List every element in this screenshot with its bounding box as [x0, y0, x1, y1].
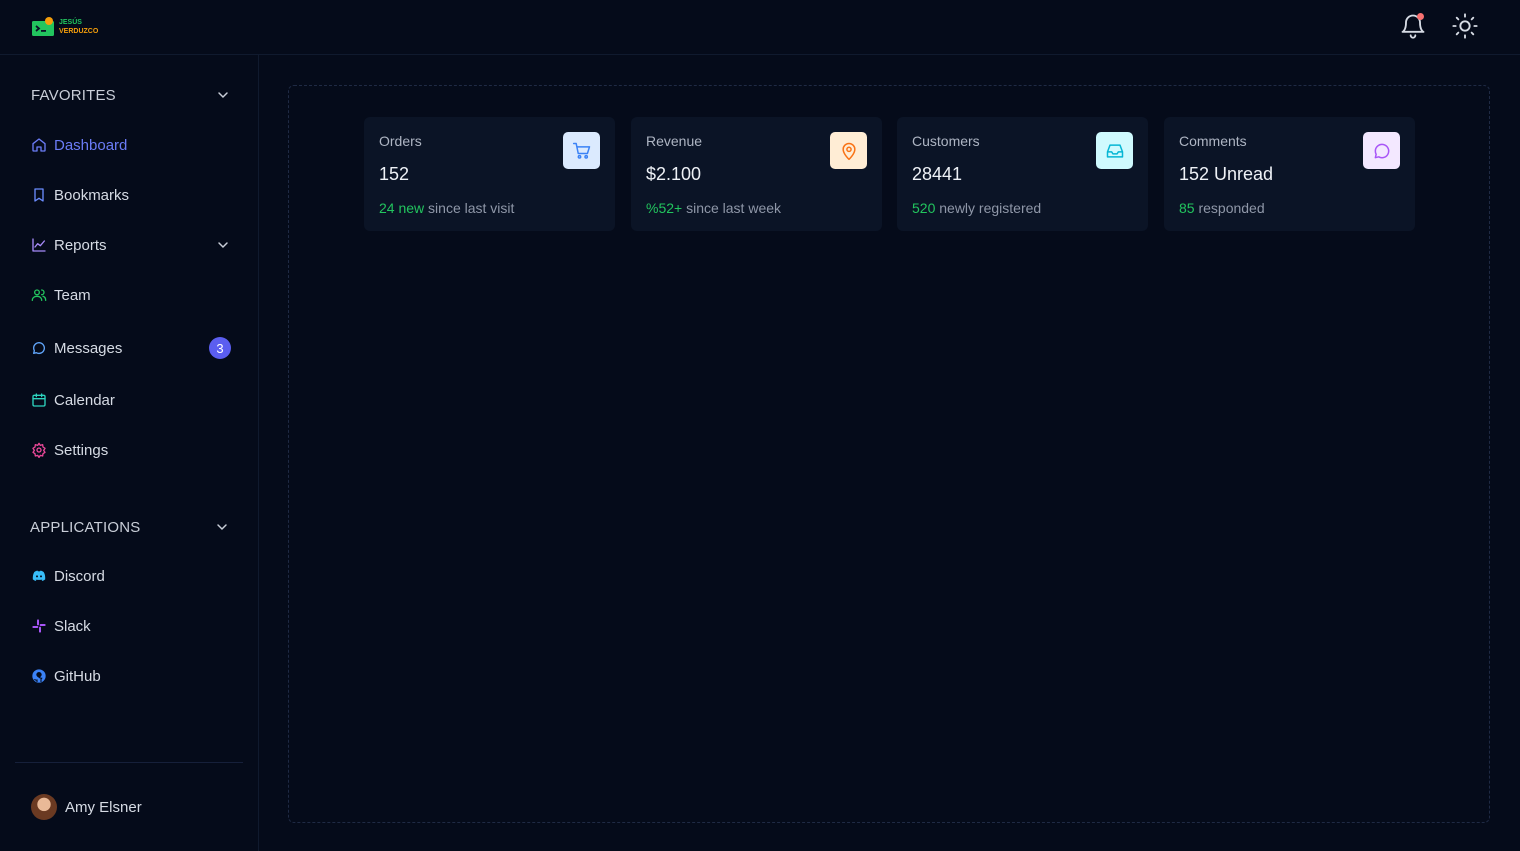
sidebar-item-dashboard[interactable]: Dashboard: [31, 133, 231, 157]
card-value: 152 Unread: [1179, 164, 1274, 184]
card-subtext-rest: responded: [1194, 200, 1265, 216]
chart-icon: [31, 237, 47, 253]
sidebar-item-discord[interactable]: Discord: [31, 564, 231, 588]
card-title: Revenue: [646, 133, 703, 149]
sidebar-item-team[interactable]: Team: [31, 283, 231, 307]
sidebar-item-label: Slack: [54, 617, 91, 635]
favorites-label: FAVORITES: [31, 86, 116, 104]
sidebar-item-label: Calendar: [54, 391, 115, 409]
card-subtext-rest: newly registered: [935, 200, 1042, 216]
inbox-icon: [1096, 132, 1133, 169]
sidebar-item-label: Team: [54, 286, 91, 304]
applications-label: APPLICATIONS: [30, 518, 141, 536]
user-profile[interactable]: Amy Elsner: [31, 794, 142, 820]
brand-logo[interactable]: JESÚS VERDUZCO: [30, 14, 110, 40]
top-bar: JESÚS VERDUZCO: [0, 0, 1520, 55]
sidebar-item-label: Dashboard: [54, 136, 128, 154]
sidebar-item-messages[interactable]: Messages 3: [31, 336, 231, 360]
gear-icon: [31, 442, 47, 458]
notifications-button[interactable]: [1399, 12, 1427, 40]
brand-line-1: JESÚS: [59, 19, 82, 26]
slack-icon: [31, 618, 47, 634]
theme-toggle-button[interactable]: [1451, 12, 1479, 40]
chat-icon: [31, 340, 47, 356]
card-subtext: %52+ since last week: [646, 200, 781, 216]
sidebar-item-settings[interactable]: Settings: [31, 438, 231, 462]
sidebar-item-slack[interactable]: Slack: [31, 614, 231, 638]
brand-line-2: VERDUZCO: [59, 28, 99, 35]
calendar-icon: [31, 392, 47, 408]
card-title: Orders: [379, 133, 422, 149]
card-highlight: %52+: [646, 200, 683, 216]
card-subtext: 24 new since last visit: [379, 200, 514, 216]
sidebar-divider: [15, 762, 243, 763]
orders-card: Orders 152 24 new since last visit: [364, 117, 615, 231]
user-name: Amy Elsner: [65, 798, 142, 816]
favorites-section-toggle[interactable]: FAVORITES: [31, 85, 231, 105]
card-value: 152: [379, 164, 410, 184]
notification-dot: [1417, 13, 1424, 20]
sun-icon: [1452, 13, 1478, 39]
sidebar-item-label: Messages: [54, 339, 123, 357]
sidebar-item-label: GitHub: [54, 667, 101, 685]
card-highlight: 520: [912, 200, 936, 216]
card-subtext: 520 newly registered: [912, 200, 1041, 216]
sidebar-item-bookmarks[interactable]: Bookmarks: [31, 183, 231, 207]
sidebar-item-label: Discord: [54, 567, 105, 585]
revenue-card: Revenue $2.100 %52+ since last week: [631, 117, 882, 231]
sidebar-item-label: Settings: [54, 441, 109, 459]
github-icon: [31, 668, 47, 684]
sidebar-item-label: Reports: [54, 236, 107, 254]
card-subtext-rest: since last week: [682, 200, 782, 216]
home-icon: [31, 137, 47, 153]
sidebar-item-calendar[interactable]: Calendar: [31, 388, 231, 412]
chevron-down-icon[interactable]: [215, 237, 231, 253]
chevron-down-icon: [217, 524, 227, 531]
card-title: Customers: [912, 133, 980, 149]
bookmark-icon: [31, 187, 47, 203]
card-value: 28441: [912, 164, 963, 184]
card-title: Comments: [1179, 133, 1247, 149]
card-subtext-rest: since last visit: [424, 200, 515, 216]
applications-section-toggle[interactable]: APPLICATIONS: [30, 517, 230, 537]
map-pin-icon: [830, 132, 867, 169]
users-icon: [31, 287, 47, 303]
customers-card: Customers 28441 520 newly registered: [897, 117, 1148, 231]
comments-card: Comments 152 Unread 85 responded: [1164, 117, 1415, 231]
card-subtext: 85 responded: [1179, 200, 1265, 216]
sidebar-item-github[interactable]: GitHub: [31, 664, 231, 688]
card-value: $2.100: [646, 164, 702, 184]
card-highlight: 24 new: [379, 200, 425, 216]
sidebar-item-label: Bookmarks: [54, 186, 130, 204]
card-highlight: 85: [1179, 200, 1195, 216]
sidebar-item-reports[interactable]: Reports: [31, 233, 231, 257]
sidebar: FAVORITES Dashboard Bookmarks Reports Te…: [0, 55, 259, 851]
comment-icon: [1363, 132, 1400, 169]
messages-count-badge: 3: [209, 337, 231, 359]
brand-name: JESÚS VERDUZCO: [59, 18, 98, 36]
terminal-logo-icon: [30, 16, 56, 38]
avatar: [31, 794, 57, 820]
dashboard-content: Orders 152 24 new since last visit Reven…: [288, 85, 1490, 823]
discord-icon: [31, 568, 47, 584]
cart-icon: [563, 132, 600, 169]
chevron-down-icon: [218, 92, 228, 99]
